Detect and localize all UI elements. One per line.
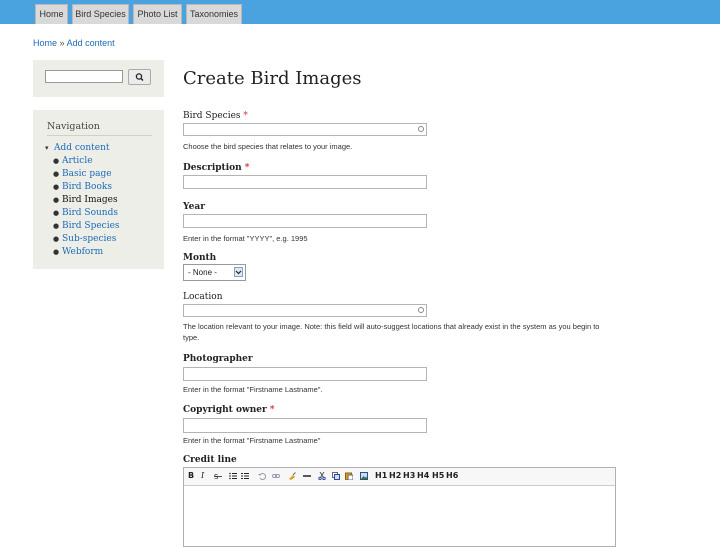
link-icon[interactable] bbox=[272, 472, 280, 480]
bullet-icon: ● bbox=[53, 222, 60, 230]
strikethrough-icon[interactable]: S bbox=[214, 472, 222, 480]
breadcrumb-separator: » bbox=[59, 38, 65, 48]
heading-1-button[interactable]: H1 bbox=[375, 471, 387, 480]
credit-line-label: Credit line bbox=[183, 455, 237, 465]
breadcrumb: Home » Add content bbox=[33, 38, 115, 48]
bullet-icon: ● bbox=[53, 248, 60, 256]
bullet-icon: ● bbox=[53, 196, 60, 204]
bullet-icon: ● bbox=[53, 183, 60, 191]
paste-icon[interactable] bbox=[345, 472, 353, 480]
nav-add-content[interactable]: Add content bbox=[54, 143, 110, 153]
bullet-icon: ● bbox=[53, 235, 60, 243]
photographer-help: Enter in the format "Firstname Lastname"… bbox=[183, 385, 323, 394]
tab-home[interactable]: Home bbox=[35, 4, 68, 24]
bullet-icon: ● bbox=[53, 209, 60, 217]
description-field[interactable] bbox=[183, 175, 427, 189]
chevron-down-icon bbox=[234, 267, 243, 277]
credit-line-editor[interactable]: B I S H1 H2 H3 H4 H5 H6 bbox=[183, 467, 616, 547]
search-icon bbox=[135, 73, 144, 82]
tab-photo-list[interactable]: Photo List bbox=[133, 4, 182, 24]
month-select[interactable]: - None - bbox=[183, 264, 246, 281]
nav-item-article[interactable]: Article bbox=[62, 156, 93, 166]
heading-2-button[interactable]: H2 bbox=[389, 471, 401, 480]
bird-species-field[interactable] bbox=[183, 123, 427, 136]
copyright-owner-label: Copyright owner * bbox=[183, 405, 275, 415]
nav-item-bird-books[interactable]: Bird Books bbox=[62, 182, 112, 192]
required-marker: * bbox=[243, 111, 248, 121]
heading-6-button[interactable]: H6 bbox=[446, 471, 458, 480]
navigation-title: Navigation bbox=[47, 121, 152, 136]
tab-taxonomies[interactable]: Taxonomies bbox=[186, 4, 242, 24]
nav-item-bird-species[interactable]: Bird Species bbox=[62, 221, 120, 231]
bullet-icon: ● bbox=[53, 170, 60, 178]
numbered-list-icon[interactable] bbox=[241, 472, 249, 480]
nav-item-webform[interactable]: Webform bbox=[62, 247, 103, 257]
autocomplete-icon bbox=[418, 126, 424, 132]
bulleted-list-icon[interactable] bbox=[229, 472, 237, 480]
breadcrumb-add-content-link[interactable]: Add content bbox=[67, 38, 115, 48]
nav-item-basic-page[interactable]: Basic page bbox=[62, 169, 112, 179]
required-marker: * bbox=[244, 163, 250, 173]
copyright-owner-help: Enter in the format "Firstname Lastname" bbox=[183, 436, 321, 445]
copy-icon[interactable] bbox=[332, 472, 340, 480]
year-label: Year bbox=[183, 202, 205, 212]
image-icon[interactable] bbox=[360, 472, 368, 480]
location-label: Location bbox=[183, 292, 223, 302]
heading-3-button[interactable]: H3 bbox=[403, 471, 415, 480]
autocomplete-icon bbox=[418, 307, 424, 313]
copyright-owner-field[interactable] bbox=[183, 418, 427, 433]
cut-icon[interactable] bbox=[318, 472, 326, 480]
cleanup-icon[interactable] bbox=[288, 472, 296, 480]
undo-icon[interactable] bbox=[258, 472, 266, 480]
bullet-icon: ● bbox=[53, 157, 60, 165]
bold-button[interactable]: B bbox=[188, 471, 194, 480]
tab-bird-species[interactable]: Bird Species bbox=[72, 4, 129, 24]
heading-4-button[interactable]: H4 bbox=[417, 471, 429, 480]
bird-species-label: Bird Species * bbox=[183, 111, 248, 121]
page-title: Create Bird Images bbox=[183, 68, 362, 89]
photographer-label: Photographer bbox=[183, 354, 253, 364]
location-help-cont: type. bbox=[183, 333, 200, 342]
horizontal-rule-icon[interactable] bbox=[303, 472, 311, 480]
location-field[interactable] bbox=[183, 304, 427, 317]
month-selected-value: - None - bbox=[188, 268, 217, 277]
photographer-field[interactable] bbox=[183, 367, 427, 381]
bird-species-help: Choose the bird species that relates to … bbox=[183, 142, 353, 151]
year-help: Enter in the format "YYYY", e.g. 1995 bbox=[183, 234, 308, 243]
top-nav-bar: Home Bird Species Photo List Taxonomies bbox=[0, 0, 720, 24]
italic-button[interactable]: I bbox=[201, 471, 204, 480]
month-label: Month bbox=[183, 253, 217, 263]
nav-item-sub-species[interactable]: Sub-species bbox=[62, 234, 116, 244]
required-marker: * bbox=[269, 405, 275, 415]
breadcrumb-home-link[interactable]: Home bbox=[33, 38, 57, 48]
navigation-block: Navigation ▾ Add content ● Article ● Bas… bbox=[33, 110, 164, 269]
search-input[interactable] bbox=[45, 70, 123, 83]
description-label: Description * bbox=[183, 163, 250, 173]
year-field[interactable] bbox=[183, 214, 427, 228]
nav-item-bird-images[interactable]: Bird Images bbox=[62, 195, 118, 205]
location-help: The location relevant to your image. Not… bbox=[183, 322, 600, 331]
search-button[interactable] bbox=[128, 69, 151, 85]
collapse-arrow-icon: ▾ bbox=[45, 144, 49, 152]
heading-5-button[interactable]: H5 bbox=[432, 471, 444, 480]
editor-toolbar: B I S H1 H2 H3 H4 H5 H6 bbox=[184, 468, 615, 486]
search-block bbox=[33, 60, 164, 97]
nav-item-bird-sounds[interactable]: Bird Sounds bbox=[62, 208, 118, 218]
